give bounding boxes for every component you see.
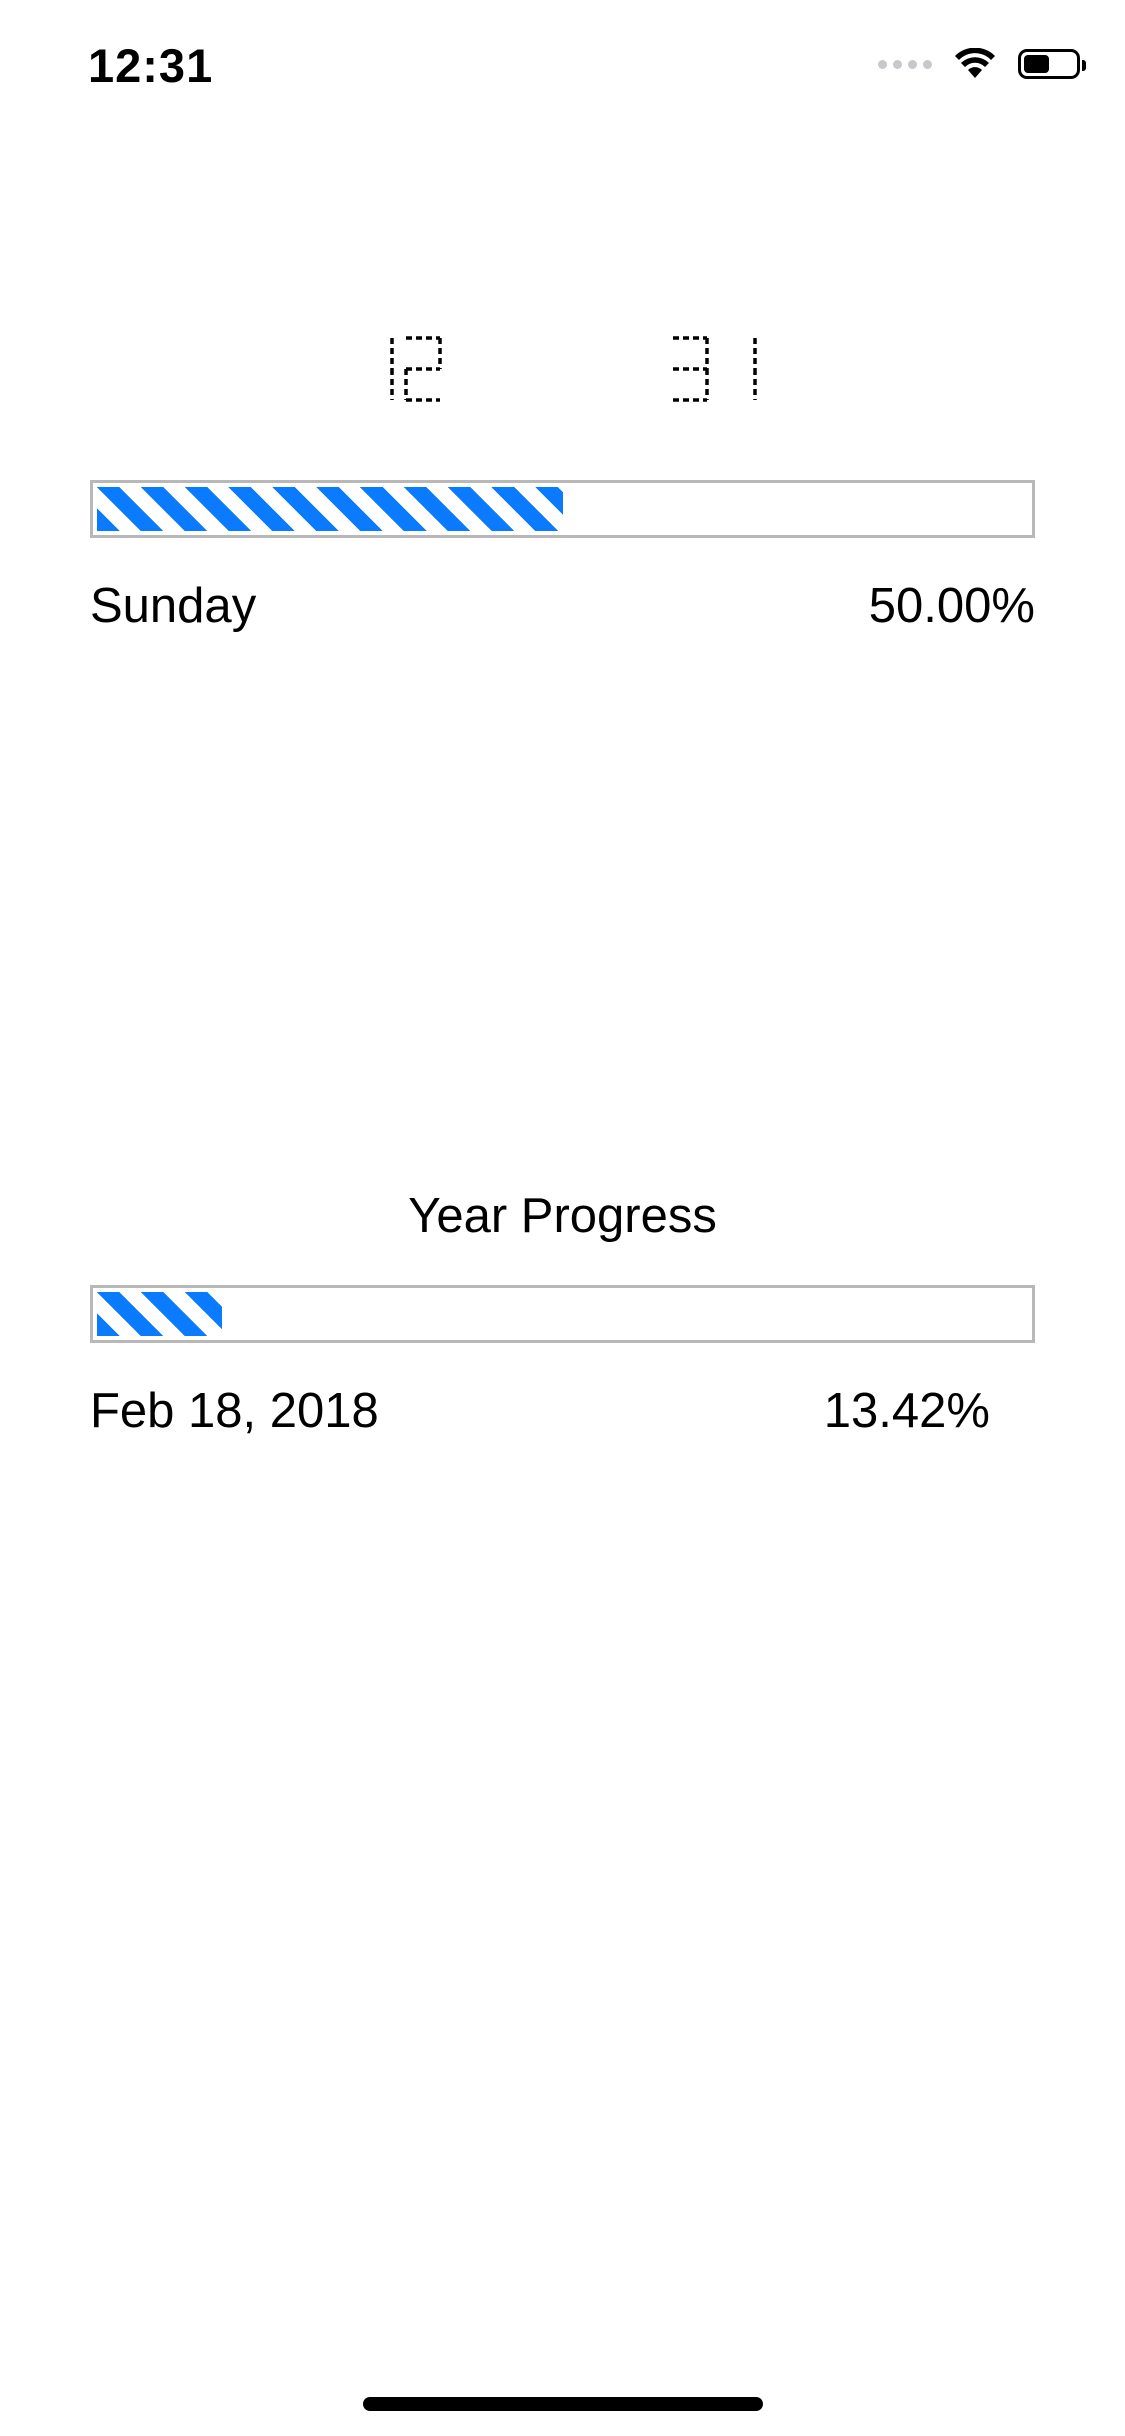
app-screen: 12:31 Sunday 50.00% Year Progress Feb 18… xyxy=(0,0,1125,2436)
day-progress-fill xyxy=(97,487,563,531)
status-icons xyxy=(878,48,1086,80)
date-label: Feb 18, 2018 xyxy=(90,1384,379,1438)
day-percent: 50.00% xyxy=(868,579,1035,633)
day-progress-bar xyxy=(90,480,1035,538)
home-indicator[interactable] xyxy=(363,2397,763,2411)
digital-clock xyxy=(0,335,1125,415)
clock-minutes xyxy=(669,335,769,405)
battery-icon xyxy=(1018,49,1086,79)
year-progress-bar xyxy=(90,1285,1035,1343)
year-progress-title: Year Progress xyxy=(408,1189,717,1243)
clock-hours xyxy=(354,335,454,405)
day-label: Sunday xyxy=(90,579,257,633)
year-progress-fill xyxy=(97,1292,222,1336)
year-percent: 13.42% xyxy=(823,1384,990,1438)
wifi-icon xyxy=(955,48,995,78)
status-time: 12:31 xyxy=(88,39,214,92)
signal-dots-icon xyxy=(878,59,932,69)
